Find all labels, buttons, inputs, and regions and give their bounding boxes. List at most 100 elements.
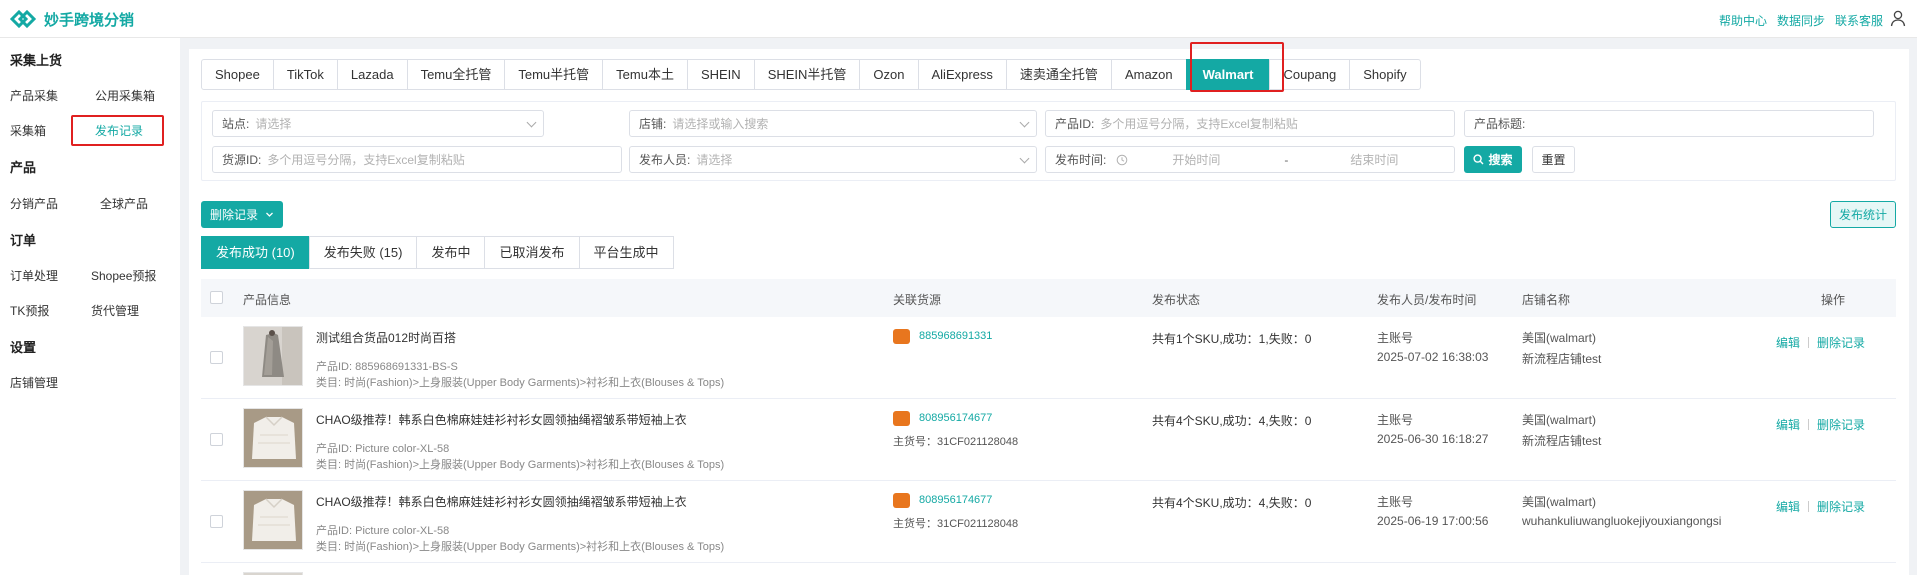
source-id-link[interactable]: 808956174677 (919, 494, 992, 506)
sidebar-section-orders: 订单 (10, 233, 37, 248)
tab-publish-success[interactable]: 发布成功 (10) (201, 236, 310, 269)
source-id-link[interactable]: 885968691331 (919, 330, 992, 342)
delete-record-link[interactable]: 删除记录 (1817, 498, 1865, 515)
delete-record-link[interactable]: 删除记录 (1817, 416, 1865, 433)
product-thumbnail[interactable] (243, 490, 303, 550)
sidebar-item-tk-forecast[interactable]: TK预报 (10, 302, 49, 319)
tab-amazon[interactable]: Amazon (1110, 59, 1187, 90)
shop-label: 店铺: (639, 117, 667, 131)
tab-shein[interactable]: SHEIN (686, 59, 755, 90)
sidebar-item-public-collect-box[interactable]: 公用采集箱 (95, 87, 155, 104)
product-title: CHAO级推荐！韩系白色棉麻娃娃衫衬衫女圆领抽绳褶皱系带短袖上衣 (316, 413, 687, 427)
search-icon (1473, 154, 1484, 165)
tab-walmart[interactable]: Walmart (1185, 59, 1271, 90)
delete-record-link[interactable]: 删除记录 (1817, 334, 1865, 351)
product-thumbnail[interactable] (243, 326, 303, 386)
sidebar-item-distribution-products[interactable]: 分销产品 (10, 195, 58, 212)
tab-temu-semi[interactable]: Temu半托管 (504, 59, 604, 90)
source-id-link[interactable]: 808956174677 (919, 412, 992, 424)
sidebar: 采集上货 产品采集 公用采集箱 采集箱 发布记录 产品 分销产品 全球产品 订单… (0, 38, 180, 575)
sidebar-item-store-management[interactable]: 店铺管理 (10, 374, 58, 391)
tab-shopee[interactable]: Shopee (201, 59, 274, 90)
user-icon[interactable] (1889, 9, 1907, 27)
edit-link[interactable]: 编辑 (1776, 334, 1800, 351)
table-row: 测试组合货品012时尚百搭 产品ID: 885968691331-BS-S 类目… (201, 317, 1896, 399)
publish-status: 共有4个SKU,成功：4,失败：0 (1152, 414, 1312, 428)
tab-temu-local[interactable]: Temu本土 (602, 59, 688, 90)
site-select[interactable]: 站点: 请选择 (212, 110, 544, 137)
shop-name: 新流程店铺test (1522, 434, 1602, 448)
select-all-checkbox[interactable] (210, 291, 223, 304)
help-center-link[interactable]: 帮助中心 (1719, 12, 1767, 29)
tab-shopify[interactable]: Shopify (1349, 59, 1421, 90)
tab-coupang[interactable]: Coupang (1269, 59, 1351, 90)
divider (1808, 501, 1810, 512)
time-range-separator: - (1284, 152, 1289, 167)
row-checkbox[interactable] (210, 351, 223, 364)
sidebar-item-order-processing[interactable]: 订单处理 (10, 267, 58, 284)
app-title: 妙手跨境分销 (44, 11, 135, 29)
site-label: 站点: (222, 117, 250, 131)
sidebar-item-publish-records[interactable]: 发布记录 (95, 122, 143, 139)
product-id-input[interactable]: 产品ID: 多个用逗号分隔，支持Excel复制粘贴 (1045, 110, 1455, 137)
source-id-input[interactable]: 货源ID: 多个用逗号分隔，支持Excel复制粘贴 (212, 146, 622, 173)
main-sku: 主货号：31CF021128048 (893, 436, 1019, 448)
start-time-placeholder: 开始时间 (1172, 153, 1221, 167)
sidebar-item-global-products[interactable]: 全球产品 (100, 195, 148, 212)
site-placeholder: 请选择 (255, 117, 292, 131)
delete-records-button[interactable]: 删除记录 (201, 201, 283, 228)
reset-button[interactable]: 重置 (1532, 146, 1575, 173)
tab-shein-semi[interactable]: SHEIN半托管 (753, 59, 861, 90)
delete-records-label: 删除记录 (209, 208, 258, 222)
header-related-source: 关联货源 (893, 293, 942, 307)
publisher: 主账号 (1377, 495, 1414, 509)
publisher-placeholder: 请选择 (696, 153, 733, 167)
edit-link[interactable]: 编辑 (1776, 416, 1800, 433)
edit-link[interactable]: 编辑 (1776, 498, 1800, 515)
row-checkbox[interactable] (210, 515, 223, 528)
product-thumbnail[interactable] (243, 408, 303, 468)
publisher: 主账号 (1377, 413, 1414, 427)
sidebar-item-shopee-forecast[interactable]: Shopee预报 (91, 267, 156, 284)
publisher-select[interactable]: 发布人员: 请选择 (629, 146, 1037, 173)
source-store-icon (893, 329, 910, 344)
tab-ozon[interactable]: Ozon (859, 59, 919, 90)
tab-tiktok[interactable]: TikTok (272, 59, 338, 90)
shop-select[interactable]: 店铺: 请选择或输入搜索 (629, 110, 1037, 137)
platform-tabs: Shopee TikTok Lazada Temu全托管 Temu半托管 Tem… (201, 59, 1421, 90)
publish-time: 2025-06-19 17:00:56 (1377, 514, 1489, 528)
sidebar-item-collect-box[interactable]: 采集箱 (10, 122, 46, 139)
contact-support-link[interactable]: 联系客服 (1835, 12, 1883, 29)
sidebar-section-product: 产品 (10, 160, 37, 175)
tab-platform-generating[interactable]: 平台生成中 (578, 236, 674, 269)
source-store-icon (893, 411, 910, 426)
tab-aliexpress-full[interactable]: 速卖通全托管 (1005, 59, 1112, 90)
row-actions: 编辑 删除记录 (1776, 416, 1865, 433)
sidebar-item-freight-management[interactable]: 货代管理 (91, 302, 139, 319)
tab-lazada[interactable]: Lazada (336, 59, 408, 90)
tab-aliexpress[interactable]: AliExpress (917, 59, 1007, 90)
product-title-input[interactable]: 产品标题: (1464, 110, 1874, 137)
app-logo[interactable]: 妙手跨境分销 (10, 8, 134, 30)
publish-stats-button[interactable]: 发布统计 (1830, 201, 1896, 228)
clock-icon (1117, 154, 1128, 165)
sidebar-item-product-collect[interactable]: 产品采集 (10, 87, 58, 104)
data-sync-link[interactable]: 数据同步 (1777, 12, 1825, 29)
tab-publish-failed[interactable]: 发布失败 (15) (308, 236, 418, 269)
top-bar: 妙手跨境分销 帮助中心 数据同步 联系客服 (0, 0, 1917, 38)
product-title: 测试组合货品012时尚百搭 (316, 331, 457, 345)
sidebar-section-collect: 采集上货 (10, 53, 63, 68)
shirt-image (244, 409, 302, 467)
publish-time-range[interactable]: 发布时间: 开始时间 - 结束时间 (1045, 146, 1455, 173)
tab-publishing[interactable]: 发布中 (416, 236, 486, 269)
search-button[interactable]: 搜索 (1464, 146, 1522, 173)
chevron-down-icon (266, 212, 273, 217)
publish-time: 2025-06-30 16:18:27 (1377, 432, 1489, 446)
tab-temu-full[interactable]: Temu全托管 (406, 59, 506, 90)
tab-cancelled[interactable]: 已取消发布 (484, 236, 580, 269)
filter-panel: 站点: 请选择 店铺: 请选择或输入搜索 产品ID: 多个用逗号分隔，支持Exc… (201, 101, 1896, 181)
product-title-label: 产品标题: (1474, 117, 1526, 131)
product-category: 类目: 时尚(Fashion)>上身服装(Upper Body Garments… (316, 459, 725, 471)
shop-region: 美国(walmart) (1522, 413, 1596, 427)
row-checkbox[interactable] (210, 433, 223, 446)
